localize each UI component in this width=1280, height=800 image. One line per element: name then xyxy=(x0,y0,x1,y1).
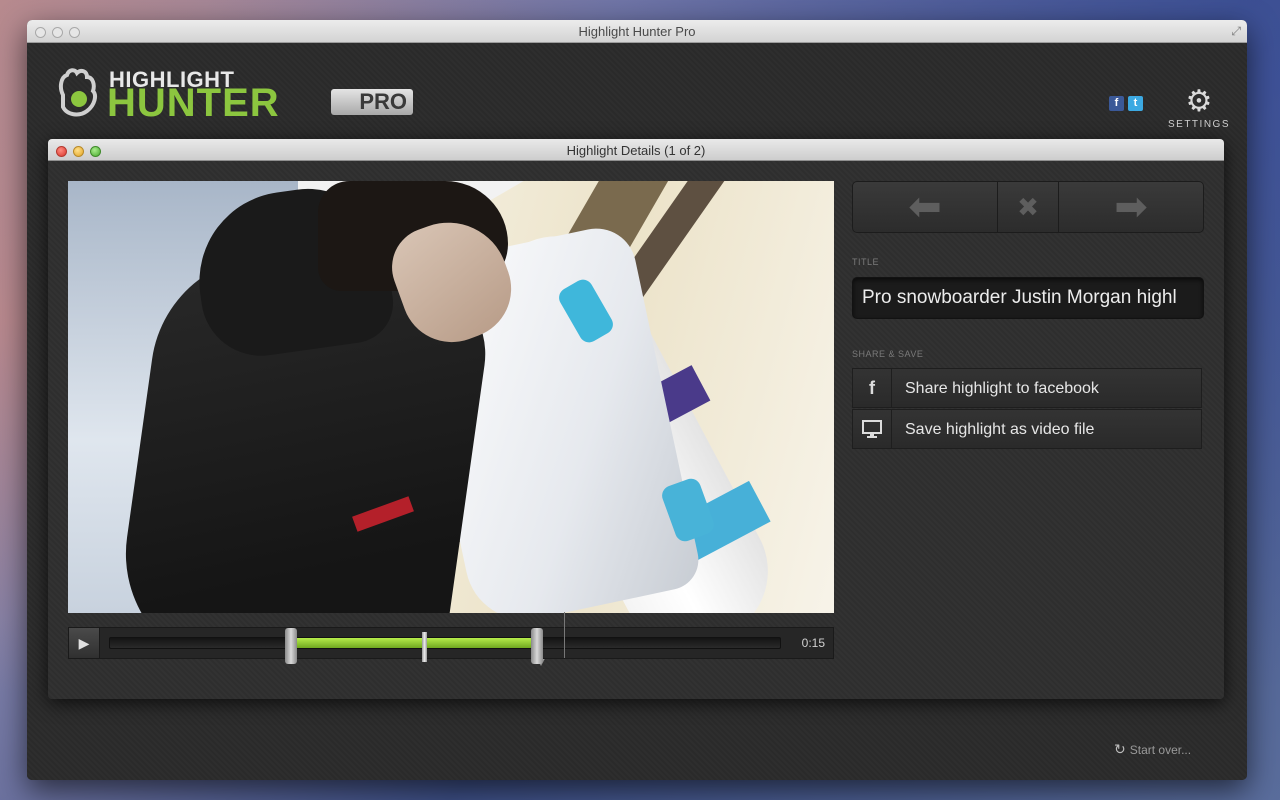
dialog-body: ▶ 0:15 ⬅ ✖ ➡ TITLE Pro snowboarder Justi… xyxy=(48,161,1224,699)
window-titlebar: Highlight Hunter Pro ⤢ xyxy=(27,20,1247,43)
twitter-icon[interactable]: t xyxy=(1128,96,1143,111)
dialog-titlebar: Highlight Details (1 of 2) xyxy=(48,139,1224,161)
start-over-label: Start over... xyxy=(1129,743,1192,757)
facebook-icon: f xyxy=(853,369,892,407)
share-facebook-button[interactable]: f Share highlight to facebook xyxy=(852,368,1202,408)
monitor-icon xyxy=(853,410,892,448)
arrow-left-icon: ⬅ xyxy=(908,185,942,229)
video-player-bar: ▶ 0:15 xyxy=(68,612,834,664)
close-icon: ✖ xyxy=(1017,192,1039,222)
title-section-label: TITLE xyxy=(852,257,880,267)
fullscreen-icon[interactable]: ⤢ xyxy=(1231,24,1241,39)
save-video-label: Save highlight as video file xyxy=(905,421,1095,438)
selection-end-handle[interactable] xyxy=(531,628,544,664)
title-input[interactable]: Pro snowboarder Justin Morgan highl xyxy=(852,277,1204,319)
delete-highlight-button[interactable]: ✖ xyxy=(998,182,1059,232)
time-readout: 0:15 xyxy=(801,636,825,650)
next-highlight-button[interactable]: ➡ xyxy=(1059,182,1203,232)
share-section-label: SHARE & SAVE xyxy=(852,349,924,359)
arrow-right-icon: ➡ xyxy=(1114,185,1148,229)
logo-pro-badge: PRO xyxy=(331,89,413,115)
share-facebook-label: Share highlight to facebook xyxy=(905,380,1099,397)
social-links: ft xyxy=(1109,93,1147,111)
previous-highlight-button[interactable]: ⬅ xyxy=(853,182,998,232)
video-preview[interactable] xyxy=(68,181,834,613)
selection-mid-handle[interactable] xyxy=(422,632,427,662)
window-title: Highlight Hunter Pro xyxy=(578,24,696,39)
play-button[interactable]: ▶ xyxy=(69,628,100,658)
highlight-navigation: ⬅ ✖ ➡ xyxy=(852,181,1204,233)
settings-button[interactable]: ⚙ SETTINGS xyxy=(1167,85,1231,131)
gear-icon: ⚙ xyxy=(1185,85,1213,118)
save-video-button[interactable]: Save highlight as video file xyxy=(852,409,1202,449)
selection-start-handle[interactable] xyxy=(285,628,298,664)
timeline-track[interactable] xyxy=(109,612,781,664)
start-over-link[interactable]: ↻ Start over... xyxy=(1114,741,1191,758)
facebook-icon[interactable]: f xyxy=(1109,96,1124,111)
dialog-title: Highlight Details (1 of 2) xyxy=(566,143,706,158)
highlight-details-dialog: Highlight Details (1 of 2) ▶ 0:15 ⬅ ✖ ➡ … xyxy=(48,139,1224,699)
settings-label: SETTINGS xyxy=(1167,119,1230,130)
playhead[interactable] xyxy=(564,612,566,658)
hand-icon xyxy=(58,68,97,117)
refresh-icon: ↻ xyxy=(1114,741,1126,757)
highlight-selection xyxy=(291,638,534,648)
logo-text-hunter: HUNTER xyxy=(107,81,280,125)
